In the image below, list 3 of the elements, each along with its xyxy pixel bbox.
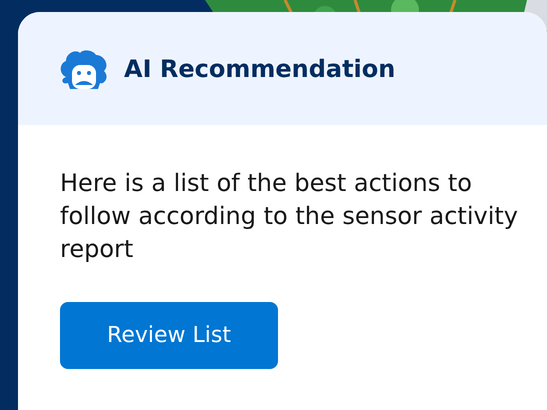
card-title: AI Recommendation [124, 54, 396, 82]
review-list-button[interactable]: Review List [60, 302, 278, 370]
recommendation-text: Here is a list of the best actions to follow according to the sensor activity report [60, 168, 519, 266]
